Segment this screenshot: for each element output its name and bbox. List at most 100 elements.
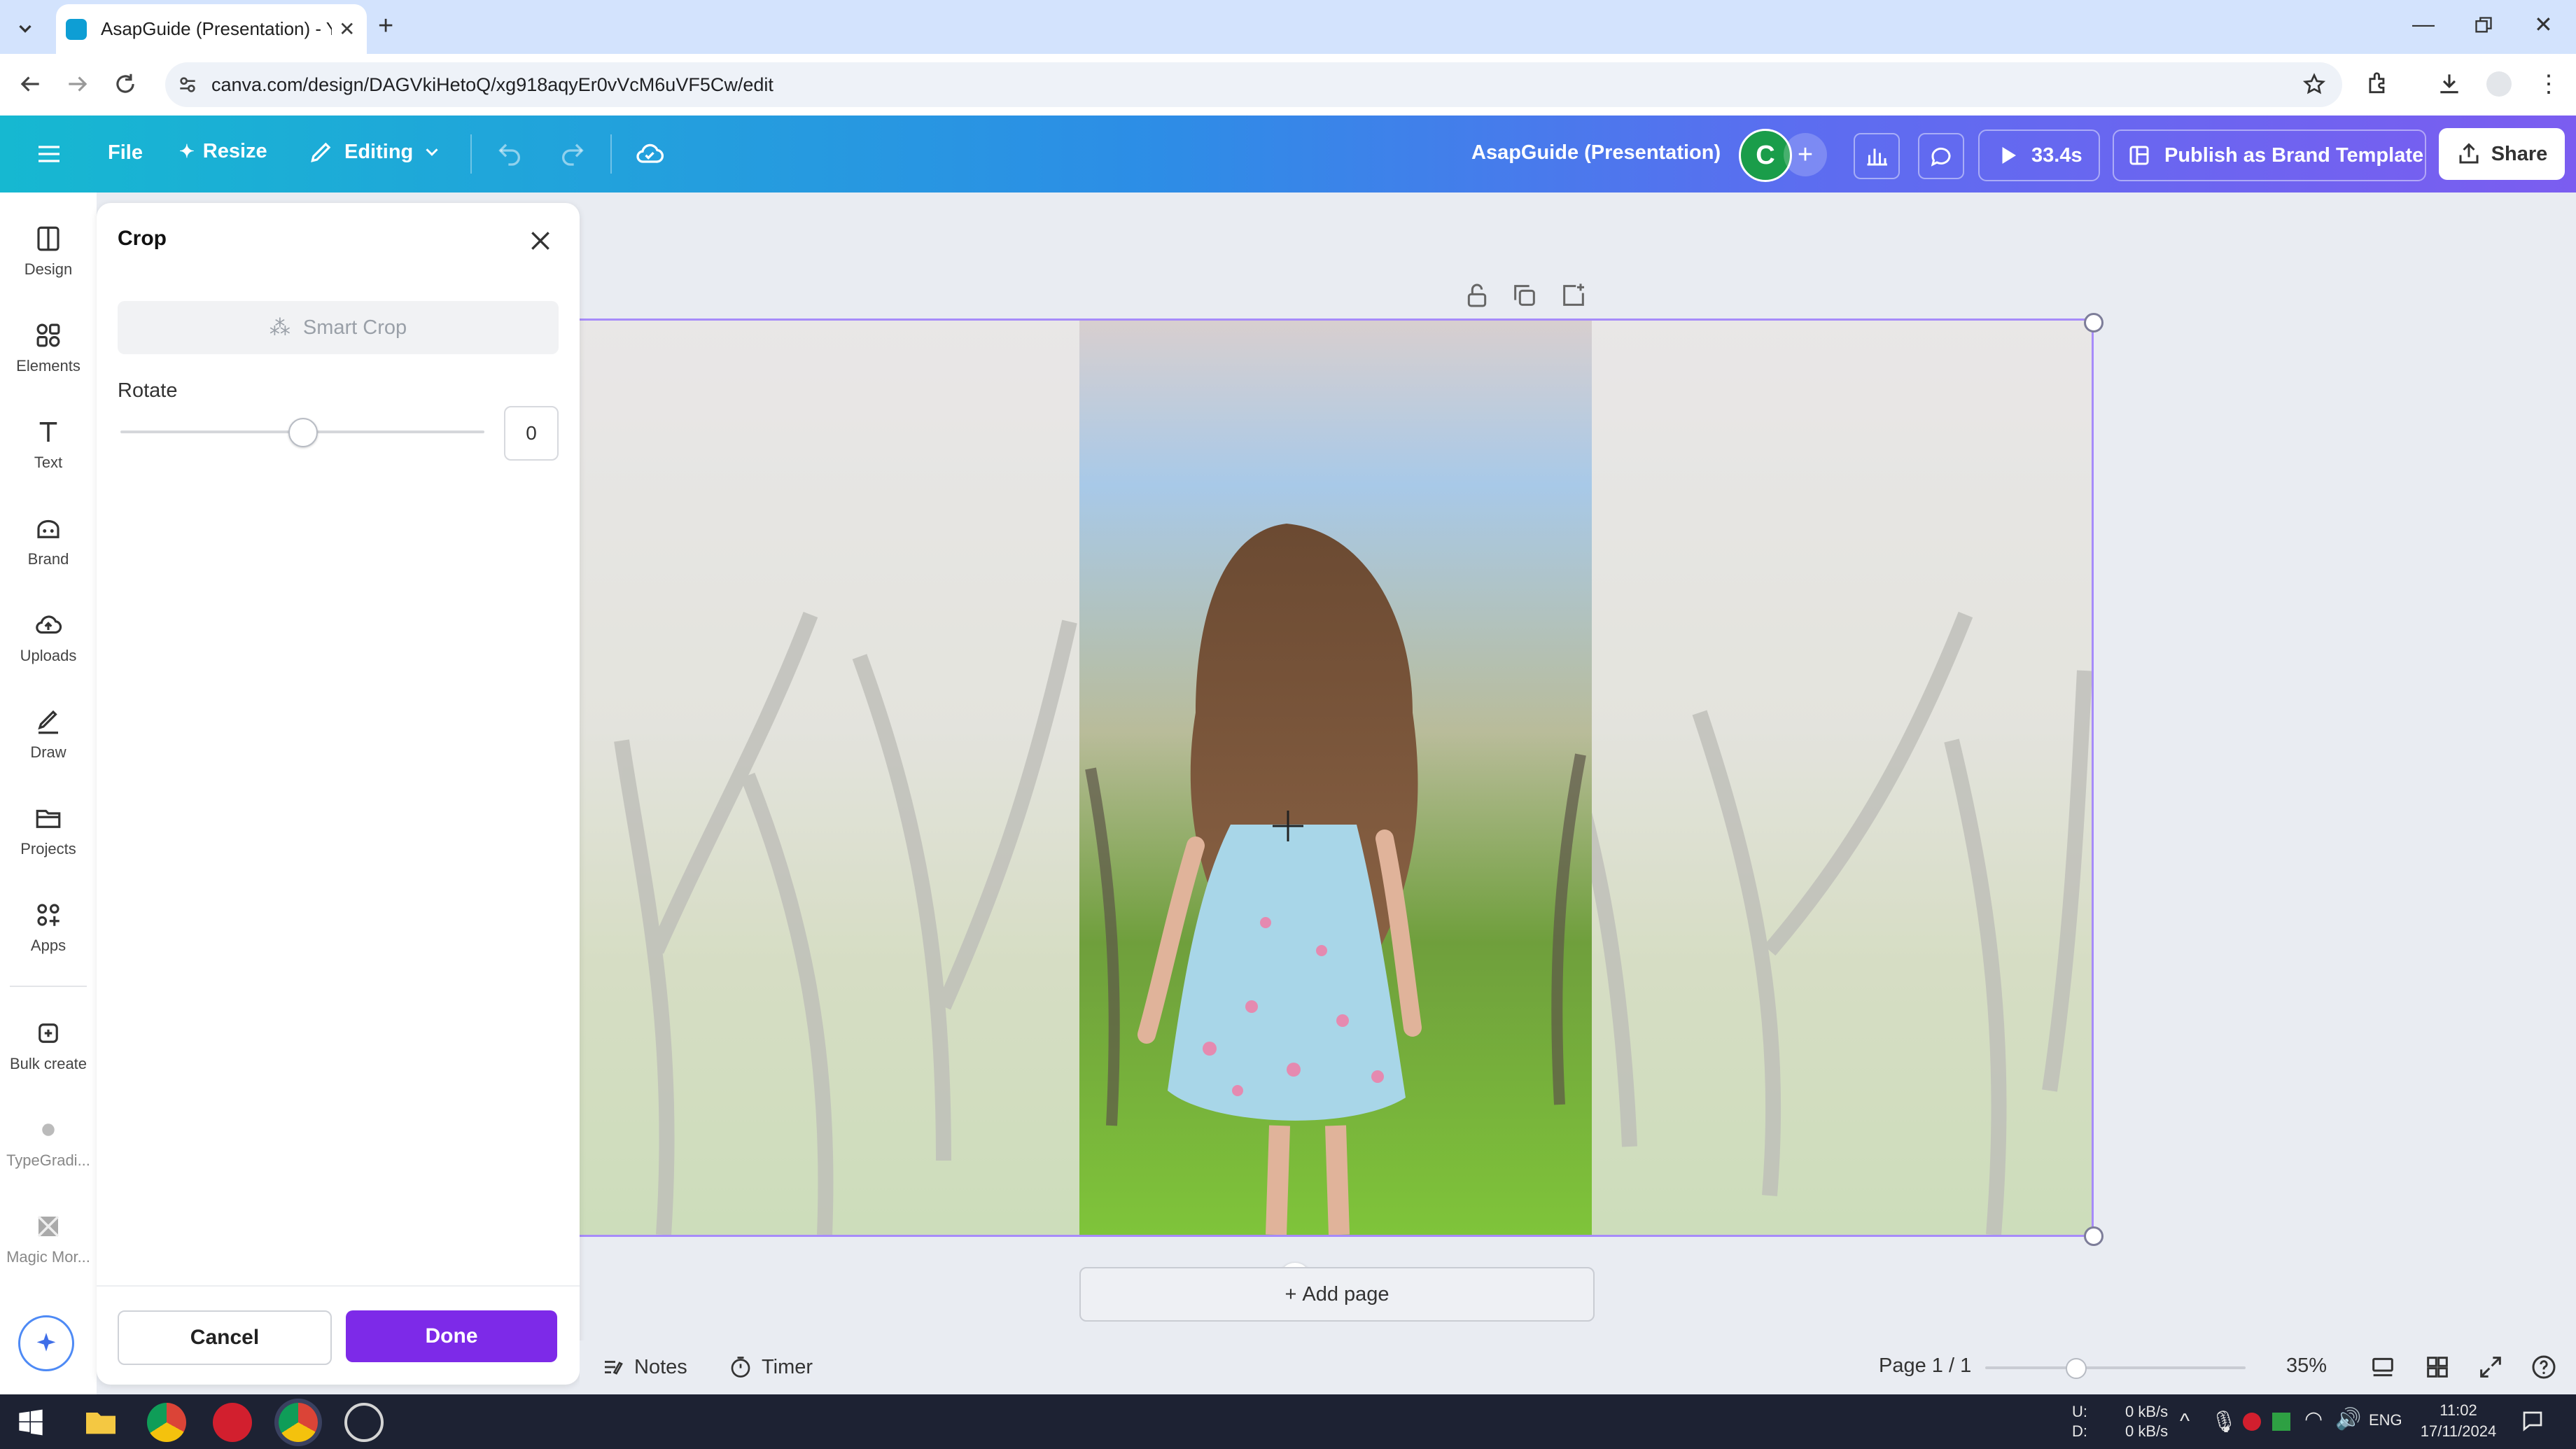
sidebar-item-apps[interactable]: Apps: [0, 900, 97, 955]
site-info-icon[interactable]: [176, 74, 199, 96]
browser-tab-strip: AsapGuide (Presentation) - You ✕ + — ✕: [0, 0, 2576, 54]
close-icon[interactable]: [526, 227, 554, 255]
draw-pen-icon: [38, 710, 58, 734]
download-icon[interactable]: [2436, 70, 2463, 97]
canva-favicon-icon: [66, 18, 87, 40]
sidebar-item-text[interactable]: Text: [0, 417, 97, 472]
sidebar-item-uploads[interactable]: Uploads: [0, 610, 97, 665]
page-indicator[interactable]: Page 1 / 1: [1879, 1354, 1971, 1378]
profile-avatar[interactable]: [2486, 71, 2512, 97]
sidebar-item-draw[interactable]: Draw: [0, 707, 97, 762]
tray-chevron-icon[interactable]: ^: [2180, 1410, 2190, 1434]
windows-taskbar: U: D: 0 kB/s 0 kB/s 🎙 ^ ◠ 🔊 ENG 11:02 17…: [0, 1394, 2576, 1449]
lock-icon[interactable]: [1463, 281, 1491, 309]
add-page-plus-icon: +: [1284, 1282, 1297, 1306]
sidebar-item-typegradient[interactable]: TypeGradi...: [0, 1115, 97, 1170]
chrome-app-icon[interactable]: [147, 1403, 186, 1442]
extensions-puzzle-icon[interactable]: [2365, 70, 2391, 97]
resize-handle-top-right[interactable]: [2084, 313, 2104, 332]
new-tab-plus-icon[interactable]: +: [378, 11, 393, 41]
bulk-create-icon: [38, 1023, 58, 1043]
zoom-level[interactable]: 35%: [2286, 1354, 2327, 1378]
left-sidebar: Design Elements Text Brand Uploads Draw …: [0, 192, 97, 1394]
notes-button[interactable]: Notes: [601, 1354, 687, 1380]
editing-mode-button[interactable]: Editing: [308, 139, 442, 165]
address-bar[interactable]: canva.com/design/DAGVkiHetoQ/xg918aqyEr0…: [165, 62, 2342, 107]
wifi-icon[interactable]: ◠: [2304, 1407, 2323, 1432]
crop-panel-title: Crop: [118, 227, 167, 250]
cloud-saved-icon[interactable]: [634, 139, 665, 169]
magic-assistant-sparkle-icon[interactable]: [18, 1315, 74, 1371]
sidebar-item-label: Projects: [20, 840, 76, 858]
document-title[interactable]: AsapGuide (Presentation): [1471, 141, 1721, 164]
language-indicator[interactable]: ENG: [2369, 1411, 2402, 1429]
volume-icon[interactable]: 🔊: [2335, 1407, 2361, 1432]
tab-search-chevron-icon[interactable]: [13, 15, 38, 41]
minimize-window-icon[interactable]: —: [2412, 11, 2435, 37]
back-arrow-icon[interactable]: [17, 71, 43, 97]
browser-tab-active[interactable]: AsapGuide (Presentation) - You ✕: [56, 4, 367, 54]
chrome-active-app-icon[interactable]: [279, 1403, 318, 1442]
clock-time[interactable]: 11:02: [2429, 1401, 2488, 1420]
notifications-icon[interactable]: [2520, 1408, 2545, 1434]
share-button[interactable]: Share: [2439, 128, 2565, 180]
file-explorer-icon[interactable]: [81, 1403, 120, 1442]
insights-chart-icon[interactable]: [1854, 133, 1900, 179]
grid-view-icon[interactable]: [2369, 1353, 2397, 1381]
comments-icon[interactable]: [1918, 133, 1964, 179]
tray-recorder-icon[interactable]: [2243, 1413, 2261, 1431]
file-menu-button[interactable]: File: [108, 141, 143, 164]
main-menu-icon[interactable]: [35, 140, 63, 168]
add-page-button[interactable]: + Add page: [1079, 1267, 1595, 1322]
duplicate-page-icon[interactable]: [1511, 281, 1539, 309]
zoom-slider-thumb[interactable]: [2066, 1358, 2087, 1379]
fullscreen-icon[interactable]: [2477, 1353, 2505, 1381]
reload-icon[interactable]: [112, 71, 139, 97]
windows-start-icon[interactable]: [17, 1408, 45, 1436]
resize-label: Resize: [202, 140, 267, 162]
timer-button[interactable]: Timer: [728, 1354, 813, 1380]
brand-icon: [37, 519, 59, 538]
url-text[interactable]: canva.com/design/DAGVkiHetoQ/xg918aqyEr0…: [211, 74, 774, 96]
sidebar-item-bulk-create[interactable]: Bulk create: [0, 1018, 97, 1073]
sidebar-item-label: Apps: [30, 937, 66, 954]
sidebar-item-brand[interactable]: Brand: [0, 514, 97, 568]
microphone-icon[interactable]: 🎙: [2211, 1410, 2237, 1434]
browser-menu-icon[interactable]: ⋮: [2537, 70, 2561, 98]
bookmark-star-icon[interactable]: [2302, 72, 2327, 97]
recorder-app-icon[interactable]: [213, 1403, 252, 1442]
sidebar-item-elements[interactable]: Elements: [0, 321, 97, 375]
done-button[interactable]: Done: [346, 1310, 557, 1362]
close-window-icon[interactable]: ✕: [2534, 11, 2553, 38]
help-icon[interactable]: [2530, 1353, 2558, 1381]
cancel-button[interactable]: Cancel: [118, 1310, 332, 1365]
page-image-cropping[interactable]: [578, 318, 2094, 1237]
publish-brand-template-button[interactable]: Publish as Brand Template: [2113, 130, 2426, 181]
resize-handle-bottom-right[interactable]: [2084, 1226, 2104, 1246]
thumbnail-grid-icon[interactable]: [2423, 1353, 2451, 1381]
obs-app-icon[interactable]: [344, 1403, 384, 1442]
undo-icon[interactable]: [496, 140, 524, 168]
clock-date[interactable]: 17/11/2024: [2415, 1422, 2502, 1441]
sidebar-item-magic-morph[interactable]: Magic Mor...: [0, 1212, 97, 1266]
restore-window-icon[interactable]: [2474, 15, 2493, 35]
sidebar-divider: [10, 986, 87, 987]
redo-icon[interactable]: [559, 140, 587, 168]
present-button[interactable]: 33.4s: [1978, 130, 2100, 181]
forward-arrow-icon[interactable]: [64, 71, 91, 97]
resize-button[interactable]: ✦ Resize: [179, 140, 267, 163]
smart-crop-button[interactable]: ⁂ Smart Crop: [118, 301, 559, 354]
play-icon: [2002, 147, 2016, 164]
zoom-slider-track[interactable]: [1985, 1366, 2246, 1369]
sidebar-item-design[interactable]: Design: [0, 224, 97, 279]
net-upload-label: U:: [2072, 1403, 2087, 1420]
add-page-icon[interactable]: [1560, 281, 1588, 309]
add-collaborator-plus-icon[interactable]: +: [1784, 133, 1827, 176]
tray-app-icon[interactable]: [2272, 1413, 2290, 1431]
rotate-value-input[interactable]: 0: [504, 406, 559, 461]
sidebar-item-projects[interactable]: Projects: [0, 804, 97, 858]
tab-close-icon[interactable]: ✕: [339, 18, 355, 41]
editing-label: Editing: [344, 140, 414, 163]
add-page-label: Add page: [1302, 1282, 1390, 1306]
rotate-slider-thumb[interactable]: [288, 418, 318, 447]
